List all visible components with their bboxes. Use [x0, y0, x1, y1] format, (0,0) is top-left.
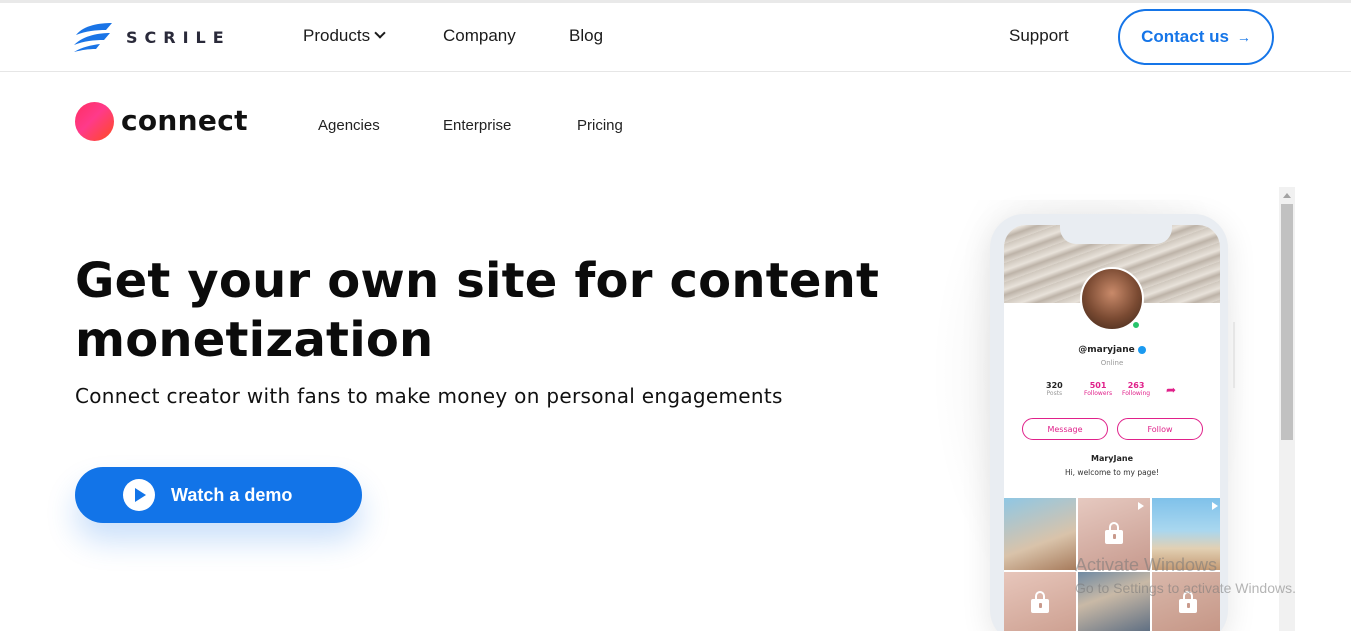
stat-followers: 501 Followers	[1084, 381, 1112, 397]
connect-logo-icon[interactable]	[75, 102, 114, 141]
lock-icon	[1179, 590, 1197, 613]
subnav-agencies[interactable]: Agencies	[318, 117, 380, 134]
play-icon	[123, 479, 155, 511]
profile-username-text: @maryjane	[1078, 345, 1135, 355]
hero-title: Get your own site for content monetizati…	[75, 253, 880, 368]
arrow-right-icon: →	[1236, 29, 1251, 45]
profile-display-name: MaryJane	[1090, 454, 1133, 463]
subnav-enterprise[interactable]: Enterprise	[443, 117, 511, 134]
nav-company[interactable]: Company	[443, 26, 516, 46]
brand-wordmark[interactable]: SCRILE	[126, 28, 231, 47]
hero-subtitle: Connect creator with fans to make money …	[75, 384, 783, 408]
phone-side-accent	[1233, 322, 1235, 388]
watch-demo-button[interactable]: Watch a demo	[75, 467, 362, 523]
nav-support[interactable]: Support	[1009, 26, 1069, 46]
stat-following-count: 263	[1127, 381, 1145, 390]
top-navigation-bar: SCRILE Products Company Blog Support Con…	[0, 3, 1351, 72]
profile-username: @maryjane	[1004, 345, 1220, 355]
video-icon	[1138, 502, 1144, 510]
stat-followers-label: Followers	[1084, 390, 1113, 397]
embed-scrollbar[interactable]	[1279, 187, 1295, 631]
profile-message-button: Message	[1022, 418, 1108, 440]
profile-follow-button: Follow	[1117, 418, 1203, 440]
scroll-up-arrow-icon[interactable]	[1283, 193, 1291, 198]
stat-following: 263 Following	[1122, 381, 1150, 397]
activate-windows-hint: Go to Settings to activate Windows.	[1075, 580, 1296, 596]
media-thumbnail	[1004, 498, 1076, 570]
scrile-logo-icon[interactable]	[74, 21, 114, 53]
stat-posts-label: Posts	[1046, 390, 1063, 397]
stat-followers-count: 501	[1089, 381, 1107, 390]
product-subnav: connect Agencies Enterprise Pricing	[0, 72, 1351, 172]
activate-windows-watermark: Activate Windows	[1075, 555, 1218, 575]
lock-icon	[1031, 590, 1049, 613]
lock-icon	[1105, 522, 1123, 544]
nav-blog[interactable]: Blog	[569, 26, 603, 46]
watch-demo-label: Watch a demo	[171, 484, 293, 505]
nav-products-label: Products	[303, 26, 371, 45]
connect-wordmark[interactable]: connect	[121, 104, 248, 137]
profile-bio: Hi, welcome to my page!	[1064, 468, 1160, 477]
subnav-pricing[interactable]: Pricing	[577, 117, 623, 134]
media-thumbnail-locked	[1004, 572, 1076, 631]
stat-posts: 320 Posts	[1046, 381, 1063, 397]
online-status-dot	[1132, 321, 1140, 329]
contact-us-label: Contact us	[1141, 27, 1229, 46]
stat-posts-count: 320	[1046, 381, 1063, 390]
stat-following-label: Following	[1122, 390, 1151, 397]
chevron-down-icon	[374, 27, 386, 39]
nav-products[interactable]: Products	[303, 26, 386, 46]
video-icon	[1212, 502, 1218, 510]
phone-notch	[1060, 222, 1172, 244]
scrollbar-thumb[interactable]	[1281, 204, 1293, 440]
profile-status: Online	[1100, 359, 1124, 367]
contact-us-button[interactable]: Contact us →	[1118, 9, 1274, 65]
share-icon: ➦	[1166, 383, 1177, 397]
verified-badge-icon	[1137, 345, 1146, 354]
